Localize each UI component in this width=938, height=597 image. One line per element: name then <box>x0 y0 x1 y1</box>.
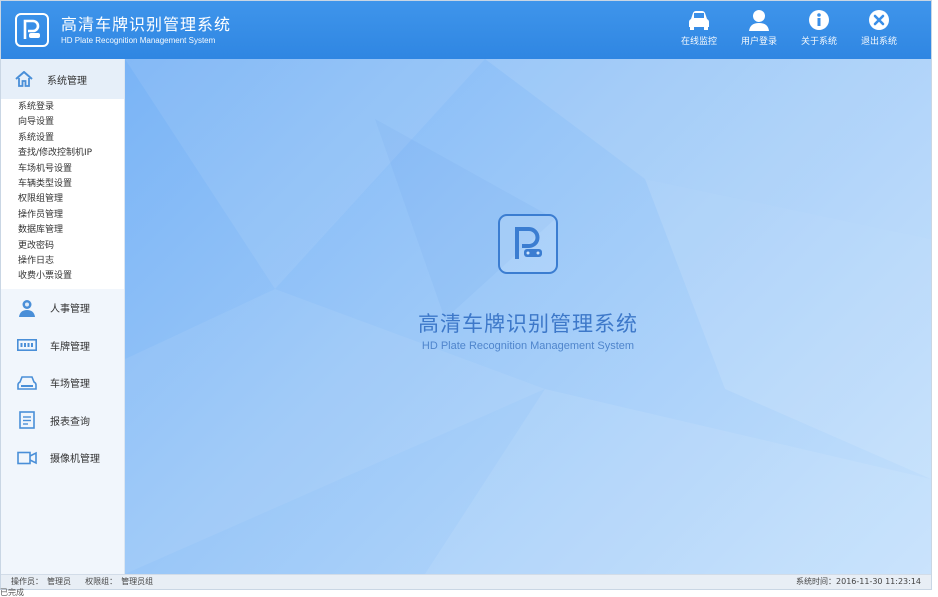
browser-status-text: 已完成 <box>0 588 24 597</box>
header-bar: 高清车牌识别管理系统 HD Plate Recognition Manageme… <box>1 1 931 59</box>
user-icon <box>749 10 769 31</box>
person-icon <box>19 299 35 317</box>
sidebar-item-system-login[interactable]: 系统登录 <box>1 100 124 115</box>
sidebar-group-label: 人事管理 <box>50 304 90 316</box>
sidebar-item-vehicle-types[interactable]: 车辆类型设置 <box>1 177 124 192</box>
app-title: 高清车牌识别管理系统 <box>61 14 232 34</box>
sidebar-item-database[interactable]: 数据库管理 <box>1 223 124 238</box>
top-nav: 在线监控 用户登录 关于系统 退出系统 <box>669 9 909 47</box>
nav-label: 用户登录 <box>740 37 777 47</box>
main-panel: 高清车牌识别管理系统 HD Plate Recognition Manageme… <box>125 59 931 574</box>
sidebar-group-cameras[interactable]: 摄像机管理 <box>1 439 124 477</box>
sidebar-item-permission-groups[interactable]: 权限组管理 <box>1 192 124 207</box>
sidebar-item-machine-number[interactable]: 车场机号设置 <box>1 162 124 177</box>
time-label: 系统时间： <box>796 577 837 586</box>
main-subtitle: HD Plate Recognition Management System <box>421 340 635 352</box>
sidebar-group-reports[interactable]: 报表查询 <box>1 401 124 439</box>
sidebar-group-label: 系统管理 <box>47 75 87 87</box>
app-subtitle: HD Plate Recognition Management System <box>61 35 216 45</box>
operator-label: 操作员： <box>11 577 43 586</box>
nav-about[interactable]: 关于系统 <box>789 9 849 47</box>
center-brand: 高清车牌识别管理系统 HD Plate Recognition Manageme… <box>125 214 931 352</box>
main-title: 高清车牌识别管理系统 <box>418 312 638 336</box>
sidebar-item-system-settings[interactable]: 系统设置 <box>1 131 124 146</box>
group-value: 管理员组 <box>121 577 154 586</box>
camera-icon <box>17 451 37 464</box>
nav-label: 退出系统 <box>860 37 897 47</box>
sidebar-group-parking[interactable]: 车场管理 <box>1 364 124 402</box>
nav-online-monitor[interactable]: 在线监控 <box>669 9 729 47</box>
sidebar-group-label: 摄像机管理 <box>50 454 100 466</box>
sidebar-group-plates[interactable]: 车牌管理 <box>1 326 124 364</box>
nav-label: 在线监控 <box>680 37 717 47</box>
operator-value: 管理员 <box>47 577 71 586</box>
nav-user-login[interactable]: 用户登录 <box>729 9 789 47</box>
sidebar-group-system[interactable]: 系统管理 <box>1 59 124 99</box>
sidebar-item-operators[interactable]: 操作员管理 <box>1 208 124 223</box>
home-icon <box>15 71 33 87</box>
sidebar-item-receipt-settings[interactable]: 收费小票设置 <box>1 269 124 284</box>
sidebar-item-controller-ip[interactable]: 查找/修改控制机IP <box>1 146 124 161</box>
nav-exit[interactable]: 退出系统 <box>849 9 909 47</box>
sidebar-sublist: 系统登录 向导设置 系统设置 查找/修改控制机IP 车场机号设置 车辆类型设置 … <box>1 99 124 289</box>
nav-label: 关于系统 <box>800 37 837 47</box>
group-label: 权限组： <box>85 577 118 586</box>
license-plate-icon <box>17 339 37 352</box>
sidebar-group-label: 报表查询 <box>50 416 90 428</box>
sidebar-item-operation-log[interactable]: 操作日志 <box>1 254 124 269</box>
close-icon <box>869 10 889 30</box>
sidebar-item-wizard[interactable]: 向导设置 <box>1 115 124 130</box>
status-bar: 操作员： 管理员 权限组： 管理员组 系统时间：2016-11-30 11:23:1… <box>1 574 931 589</box>
report-icon <box>19 411 35 429</box>
sidebar-group-label: 车场管理 <box>50 379 90 391</box>
info-icon <box>809 10 829 30</box>
sidebar-group-personnel[interactable]: 人事管理 <box>1 289 124 327</box>
parking-logo-icon <box>15 13 49 47</box>
time-value: 2016-11-30 11:23:14 <box>836 577 921 586</box>
app-window: 高清车牌识别管理系统 HD Plate Recognition Manageme… <box>0 0 932 590</box>
parking-logo-icon <box>498 214 558 274</box>
car-front-icon <box>17 375 37 390</box>
brand: 高清车牌识别管理系统 HD Plate Recognition Manageme… <box>15 13 231 47</box>
sidebar-group-label: 车牌管理 <box>50 341 90 353</box>
sidebar: 系统管理 系统登录 向导设置 系统设置 查找/修改控制机IP 车场机号设置 车辆… <box>1 59 125 574</box>
car-icon <box>689 11 709 30</box>
sidebar-item-change-password[interactable]: 更改密码 <box>1 239 124 254</box>
